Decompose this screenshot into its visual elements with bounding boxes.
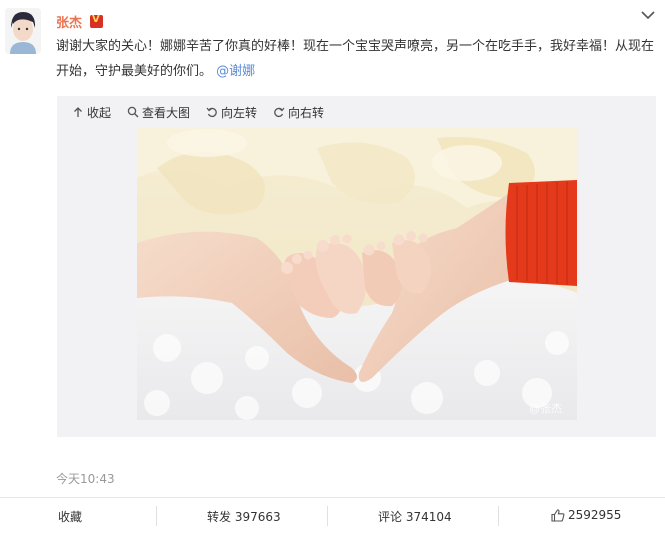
collapse-button[interactable]: 收起 bbox=[72, 103, 111, 121]
repost-button[interactable]: 转发 397663 bbox=[207, 508, 281, 525]
chevron-down-icon[interactable] bbox=[640, 8, 656, 22]
username[interactable]: 张杰 bbox=[56, 12, 82, 31]
post-photo[interactable]: @张杰 bbox=[137, 128, 577, 420]
avatar[interactable] bbox=[5, 8, 41, 54]
rotate-left-label: 向左转 bbox=[221, 105, 258, 120]
like-button[interactable]: 2592955 bbox=[551, 508, 621, 522]
post-text: 谢谢大家的关心！娜娜辛苦了你真的好棒！现在一个宝宝哭声嘹亮，另一个在吃手手，我好… bbox=[56, 34, 656, 84]
action-bar: 收藏 转发 397663 评论 374104 2592955 bbox=[0, 497, 665, 539]
photo-watermark: @张杰 bbox=[529, 402, 562, 415]
post-header: 张杰 bbox=[56, 12, 104, 31]
avatar-image bbox=[5, 8, 41, 54]
view-large-label: 查看大图 bbox=[142, 105, 191, 120]
media-container: 收起 查看大图 向左转 向右转 @张杰 bbox=[57, 96, 656, 437]
post-body: 谢谢大家的关心！娜娜辛苦了你真的好棒！现在一个宝宝哭声嘹亮，另一个在吃手手，我好… bbox=[56, 39, 655, 79]
action-divider bbox=[156, 506, 157, 526]
baby-feet-heart-photo: @张杰 bbox=[137, 128, 577, 420]
view-large-button[interactable]: 查看大图 bbox=[127, 103, 190, 121]
rotate-right-label: 向右转 bbox=[288, 105, 325, 120]
action-divider bbox=[498, 506, 499, 526]
post-timestamp[interactable]: 今天10:43 bbox=[56, 470, 115, 487]
repost-label: 转发 397663 bbox=[207, 510, 281, 524]
thumbs-up-icon bbox=[551, 508, 565, 522]
rotate-left-button[interactable]: 向左转 bbox=[206, 103, 257, 121]
arrow-up-icon bbox=[74, 107, 82, 117]
media-toolbar: 收起 查看大图 向左转 向右转 bbox=[72, 103, 324, 121]
rotate-right-button[interactable]: 向右转 bbox=[273, 103, 324, 121]
like-count: 2592955 bbox=[568, 508, 622, 522]
verified-badge-icon bbox=[90, 14, 104, 28]
favorite-label: 收藏 bbox=[58, 510, 83, 524]
rotate-right-icon bbox=[274, 107, 285, 118]
favorite-button[interactable]: 收藏 bbox=[58, 508, 82, 525]
mention-link[interactable]: @谢娜 bbox=[216, 64, 255, 79]
action-divider bbox=[327, 506, 328, 526]
search-icon bbox=[127, 106, 139, 118]
comment-button[interactable]: 评论 374104 bbox=[378, 508, 452, 525]
comment-label: 评论 374104 bbox=[378, 510, 452, 524]
rotate-left-icon bbox=[206, 107, 217, 118]
collapse-label: 收起 bbox=[87, 105, 112, 120]
